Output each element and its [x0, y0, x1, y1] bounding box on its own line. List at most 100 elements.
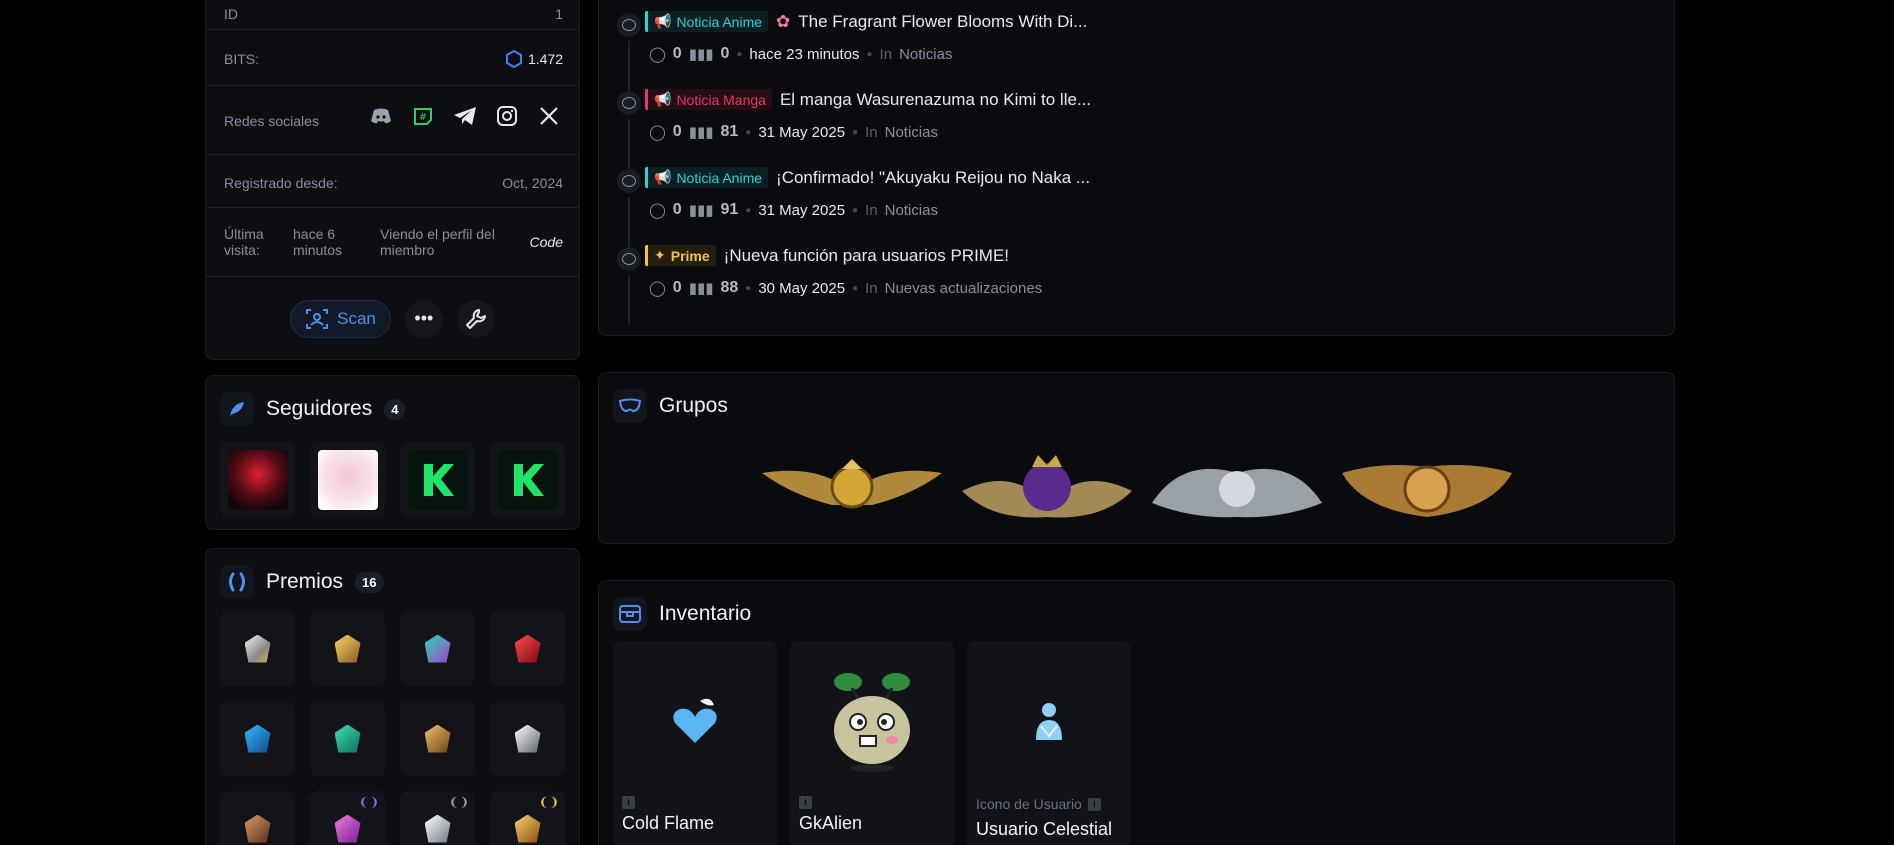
- laurel-icon: ❨❩: [358, 795, 379, 809]
- groups-title: Grupos: [659, 394, 728, 417]
- activity-meta: ◯ 0 ▮▮▮ 81 ● 31 May 2025 ● In Noticias: [649, 123, 938, 141]
- separator-dot: ●: [745, 282, 752, 294]
- forum-link[interactable]: Noticias: [885, 202, 938, 219]
- separator-dot: ●: [852, 126, 859, 138]
- last-visit-time: hace 6 minutos: [293, 226, 343, 258]
- last-visit-code[interactable]: Code: [530, 234, 563, 250]
- activity-title[interactable]: The Fragrant Flower Blooms With Di...: [798, 12, 1087, 32]
- more-icon: •••: [414, 308, 434, 328]
- activity-tag: ✦ Prime: [645, 245, 716, 266]
- item-image: [790, 661, 954, 781]
- awards-grid: ❨❩ ❨❩ ❨❩: [220, 611, 565, 845]
- info-icon[interactable]: i: [622, 796, 635, 809]
- comment-bubble-icon: [617, 13, 641, 37]
- laurel-icon: [220, 565, 254, 599]
- award-badge[interactable]: [310, 701, 385, 776]
- group-badge[interactable]: [962, 451, 1132, 523]
- id-value: 1: [555, 6, 563, 22]
- forum-link[interactable]: Nuevas actualizaciones: [885, 280, 1043, 297]
- follower-avatar[interactable]: [490, 442, 565, 517]
- group-badge[interactable]: [762, 451, 942, 523]
- activity-title[interactable]: El manga Wasurenazuma no Kimi to lle...: [780, 90, 1091, 110]
- timeline-line: [628, 197, 630, 247]
- megaphone-icon: 📢: [654, 13, 672, 29]
- groups-card: Grupos: [598, 372, 1675, 544]
- inventory-header: Inventario: [613, 597, 751, 631]
- social-label: Redes sociales: [224, 113, 319, 129]
- award-badge[interactable]: [400, 611, 475, 686]
- separator-dot: ●: [852, 282, 859, 294]
- award-badge[interactable]: [400, 701, 475, 776]
- award-badge[interactable]: [220, 611, 295, 686]
- last-visit-row: Última visita: hace 6 minutos Viendo el …: [206, 208, 579, 277]
- chart-bars-icon: ▮▮▮: [688, 280, 714, 297]
- award-badge[interactable]: ❨❩: [400, 791, 475, 845]
- x-twitter-icon[interactable]: [537, 104, 561, 128]
- follower-avatar[interactable]: [400, 442, 475, 517]
- award-badge[interactable]: [490, 701, 565, 776]
- comment-bubble-icon: [617, 247, 641, 271]
- forum-link[interactable]: Noticias: [885, 124, 938, 141]
- settings-button[interactable]: [456, 299, 495, 338]
- follower-avatar[interactable]: [220, 442, 295, 517]
- hexagon-icon: [505, 50, 522, 68]
- followers-list: [220, 442, 565, 517]
- bits-row: BITS: 1.472: [206, 30, 579, 86]
- award-badge[interactable]: ❨❩: [310, 791, 385, 845]
- award-badge[interactable]: [310, 611, 385, 686]
- group-badge[interactable]: [1342, 451, 1512, 523]
- separator-dot: ●: [736, 48, 743, 60]
- telegram-icon[interactable]: [453, 104, 477, 128]
- activity-title[interactable]: ¡Nueva función para usuarios PRIME!: [724, 246, 1009, 266]
- chart-bars-icon: ▮▮▮: [688, 46, 714, 63]
- forum-link[interactable]: Noticias: [899, 46, 952, 63]
- wrench-icon: [465, 308, 486, 329]
- info-icon[interactable]: i: [799, 796, 812, 809]
- followers-header: Seguidores 4: [220, 392, 406, 426]
- registered-row: Registrado desde: Oct, 2024: [206, 155, 579, 208]
- chart-bars-icon: ▮▮▮: [688, 124, 714, 141]
- scan-button[interactable]: Scan: [290, 299, 391, 338]
- inventory-item[interactable]: i GkAlien: [790, 641, 954, 845]
- award-badge[interactable]: [220, 701, 295, 776]
- comment-bubble-icon: [617, 91, 641, 115]
- award-badge[interactable]: ❨❩: [490, 791, 565, 845]
- item-type: Icono de Usuario i: [976, 796, 1101, 812]
- activity-title-line: 📢 Noticia Anime ✿ The Fragrant Flower Blo…: [645, 11, 1087, 32]
- item-name: GkAlien: [799, 813, 863, 833]
- separator-dot: ●: [852, 204, 859, 216]
- box-icon: [613, 597, 647, 631]
- activity-meta: ◯ 0 ▮▮▮ 91 ● 31 May 2025 ● In Noticias: [649, 201, 938, 219]
- groups-badges: [762, 451, 1512, 523]
- instagram-icon[interactable]: [495, 104, 519, 128]
- award-badge[interactable]: [490, 611, 565, 686]
- item-image: [967, 661, 1131, 781]
- follower-avatar[interactable]: [310, 442, 385, 517]
- item-image: [613, 661, 777, 781]
- item-type: i: [799, 796, 818, 809]
- info-icon[interactable]: i: [1087, 797, 1101, 811]
- id-label: ID: [224, 6, 238, 22]
- separator-dot: ●: [866, 48, 873, 60]
- group-badge[interactable]: [1152, 451, 1322, 523]
- discord-icon[interactable]: [369, 104, 393, 128]
- item-name: Cold Flame: [622, 813, 715, 833]
- inventory-card: Inventario i Cold Flame i GkAlien Icono …: [598, 580, 1675, 845]
- megaphone-icon: 📢: [654, 91, 672, 107]
- awards-card: Premios 16 ❨❩ ❨❩ ❨❩: [205, 548, 580, 845]
- comment-bubble-icon: [617, 169, 641, 193]
- activity-tag: 📢 Noticia Anime: [645, 167, 769, 188]
- activity-title[interactable]: ¡Confirmado! "Akuyaku Reijou no Naka ...: [776, 168, 1090, 188]
- more-options-button[interactable]: •••: [404, 299, 443, 338]
- scan-user-icon: [306, 308, 329, 329]
- registered-label: Registrado desde:: [224, 175, 338, 191]
- inventory-item[interactable]: i Cold Flame: [613, 641, 777, 845]
- award-badge[interactable]: [220, 791, 295, 845]
- megaphone-icon: 📢: [654, 169, 672, 185]
- guilded-icon[interactable]: #: [411, 104, 435, 128]
- last-visit-activity: Viendo el perfil del miembro: [380, 226, 495, 258]
- followers-count: 4: [384, 398, 406, 420]
- inventory-title: Inventario: [659, 602, 752, 625]
- registered-value: Oct, 2024: [502, 175, 563, 191]
- inventory-item[interactable]: Icono de Usuario i Usuario Celestial: [967, 641, 1131, 845]
